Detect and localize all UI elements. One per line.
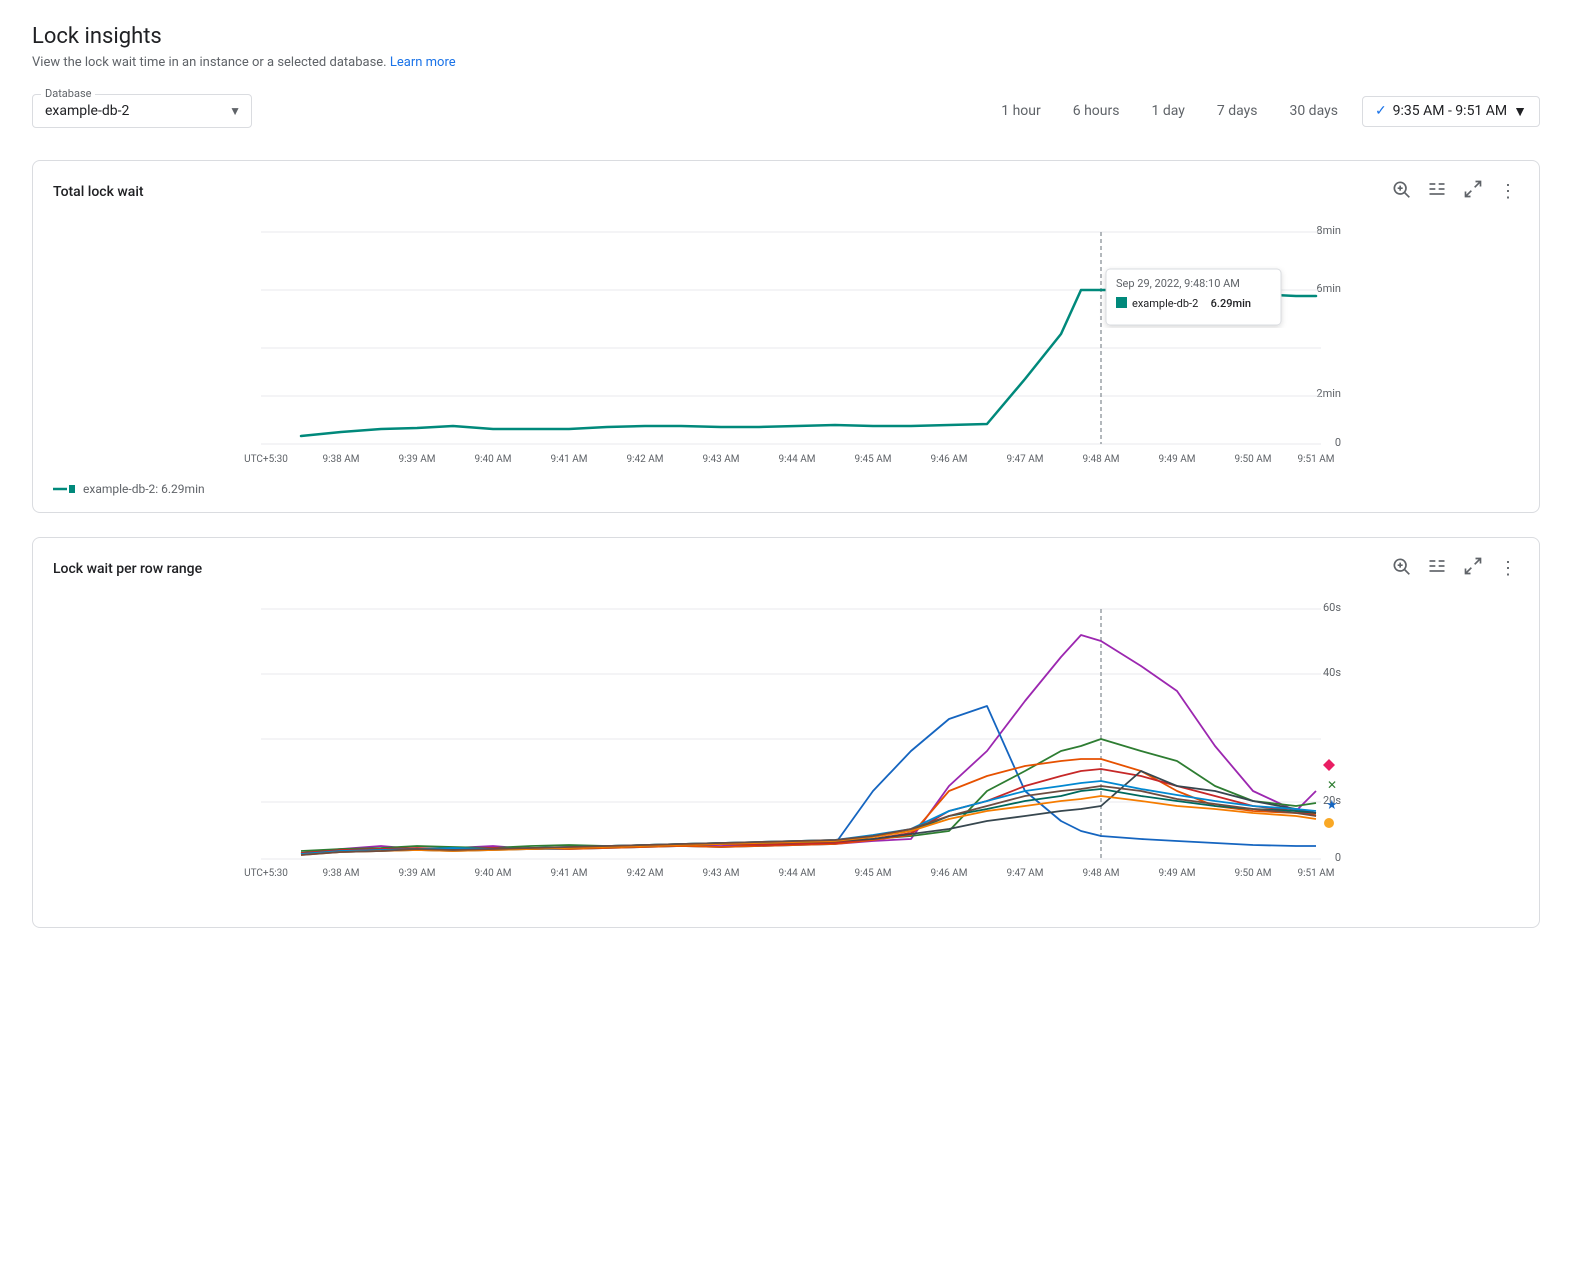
controls-row: Database example-db-2 ▼ 1 hour 6 hours 1… xyxy=(32,94,1540,128)
svg-text:UTC+5:30: UTC+5:30 xyxy=(244,454,288,465)
svg-text:9:49 AM: 9:49 AM xyxy=(1158,868,1195,879)
learn-more-link[interactable]: Learn more xyxy=(390,55,456,70)
legend-line-icon xyxy=(53,484,75,494)
chart1-legend-label: example-db-2: 6.29min xyxy=(83,482,205,496)
time-button-1h[interactable]: 1 hour xyxy=(993,99,1049,123)
svg-text:UTC+5:30: UTC+5:30 xyxy=(244,868,288,879)
legend-line-svg xyxy=(53,484,75,494)
svg-text:6.29min: 6.29min xyxy=(1211,297,1251,310)
database-selector[interactable]: Database example-db-2 ▼ xyxy=(32,94,252,128)
time-button-7d[interactable]: 7 days xyxy=(1209,99,1266,123)
time-range-controls: 1 hour 6 hours 1 day 7 days 30 days ✓ 9:… xyxy=(993,96,1540,127)
svg-text:example-db-2: example-db-2 xyxy=(1132,297,1198,310)
selected-time-range[interactable]: ✓ 9:35 AM - 9:51 AM ▼ xyxy=(1362,96,1540,127)
chart1-legend-icon[interactable] xyxy=(1425,177,1449,206)
svg-text:6min: 6min xyxy=(1316,282,1341,295)
chart1-actions: ⋮ xyxy=(1389,177,1519,206)
chart2-more-icon[interactable]: ⋮ xyxy=(1497,556,1519,581)
chart2-legend-icon[interactable] xyxy=(1425,554,1449,583)
svg-text:40s: 40s xyxy=(1323,666,1341,679)
svg-text:9:41 AM: 9:41 AM xyxy=(550,868,587,879)
chart2-svg: 60s 40s 20s 0 UTC+5:30 9:38 AM 9:39 AM 9… xyxy=(53,591,1519,911)
chart1-fullscreen-icon[interactable] xyxy=(1461,177,1485,206)
svg-text:2min: 2min xyxy=(1316,387,1341,400)
selected-range-value: 9:35 AM - 9:51 AM xyxy=(1393,103,1507,119)
svg-text:9:41 AM: 9:41 AM xyxy=(550,454,587,465)
lock-wait-per-row-card: Lock wait per row range xyxy=(32,537,1540,928)
svg-text:9:50 AM: 9:50 AM xyxy=(1234,454,1271,465)
chart1-area: 8min 6min 2min 0 UTC+5:30 9:38 AM 9:39 A… xyxy=(53,214,1519,474)
svg-text:9:46 AM: 9:46 AM xyxy=(930,454,967,465)
dropdown-arrow-icon: ▼ xyxy=(1513,103,1527,120)
svg-text:9:49 AM: 9:49 AM xyxy=(1158,454,1195,465)
svg-text:9:40 AM: 9:40 AM xyxy=(474,868,511,879)
svg-text:9:48 AM: 9:48 AM xyxy=(1082,454,1119,465)
svg-text:9:47 AM: 9:47 AM xyxy=(1006,868,1043,879)
svg-text:0: 0 xyxy=(1335,436,1341,449)
svg-text:9:48 AM: 9:48 AM xyxy=(1082,868,1119,879)
chart2-header: Lock wait per row range xyxy=(53,554,1519,583)
total-lock-wait-card: Total lock wait xyxy=(32,160,1540,513)
chart2-title: Lock wait per row range xyxy=(53,561,202,577)
chart2-fullscreen-icon[interactable] xyxy=(1461,554,1485,583)
svg-text:9:38 AM: 9:38 AM xyxy=(322,868,359,879)
chart1-zoom-icon[interactable] xyxy=(1389,177,1413,206)
time-button-1d[interactable]: 1 day xyxy=(1143,99,1192,123)
svg-text:9:39 AM: 9:39 AM xyxy=(398,868,435,879)
chart1-title: Total lock wait xyxy=(53,184,144,200)
svg-text:9:43 AM: 9:43 AM xyxy=(702,454,739,465)
svg-text:9:42 AM: 9:42 AM xyxy=(626,454,663,465)
svg-text:9:38 AM: 9:38 AM xyxy=(322,454,359,465)
chart2-zoom-icon[interactable] xyxy=(1389,554,1413,583)
chart1-legend: example-db-2: 6.29min xyxy=(53,482,1519,496)
check-icon: ✓ xyxy=(1375,103,1387,119)
chart1-more-icon[interactable]: ⋮ xyxy=(1497,179,1519,204)
svg-text:9:39 AM: 9:39 AM xyxy=(398,454,435,465)
svg-text:9:51 AM: 9:51 AM xyxy=(1297,868,1334,879)
database-value: example-db-2 xyxy=(45,103,129,119)
time-button-30d[interactable]: 30 days xyxy=(1281,99,1345,123)
svg-text:✕: ✕ xyxy=(1327,778,1337,792)
svg-text:9:51 AM: 9:51 AM xyxy=(1297,454,1334,465)
svg-text:9:42 AM: 9:42 AM xyxy=(626,868,663,879)
database-label: Database xyxy=(41,87,95,100)
svg-text:60s: 60s xyxy=(1323,601,1341,614)
svg-text:9:50 AM: 9:50 AM xyxy=(1234,868,1271,879)
svg-text:9:43 AM: 9:43 AM xyxy=(702,868,739,879)
svg-text:★: ★ xyxy=(1326,798,1338,813)
time-button-6h[interactable]: 6 hours xyxy=(1065,99,1128,123)
chevron-down-icon: ▼ xyxy=(229,104,241,118)
page-title: Lock insights xyxy=(32,24,1540,49)
svg-text:0: 0 xyxy=(1335,851,1341,864)
svg-text:9:44 AM: 9:44 AM xyxy=(778,454,815,465)
chart2-actions: ⋮ xyxy=(1389,554,1519,583)
svg-text:8min: 8min xyxy=(1316,224,1341,237)
svg-text:Sep 29, 2022, 9:48:10 AM: Sep 29, 2022, 9:48:10 AM xyxy=(1116,277,1240,290)
chart1-svg: 8min 6min 2min 0 UTC+5:30 9:38 AM 9:39 A… xyxy=(53,214,1519,474)
svg-text:9:44 AM: 9:44 AM xyxy=(778,868,815,879)
chart2-area: 60s 40s 20s 0 UTC+5:30 9:38 AM 9:39 AM 9… xyxy=(53,591,1519,911)
chart1-header: Total lock wait xyxy=(53,177,1519,206)
svg-text:9:45 AM: 9:45 AM xyxy=(854,868,891,879)
svg-text:9:45 AM: 9:45 AM xyxy=(854,454,891,465)
svg-text:9:47 AM: 9:47 AM xyxy=(1006,454,1043,465)
page-subtitle: View the lock wait time in an instance o… xyxy=(32,55,1540,70)
svg-text:9:40 AM: 9:40 AM xyxy=(474,454,511,465)
svg-text:9:46 AM: 9:46 AM xyxy=(930,868,967,879)
